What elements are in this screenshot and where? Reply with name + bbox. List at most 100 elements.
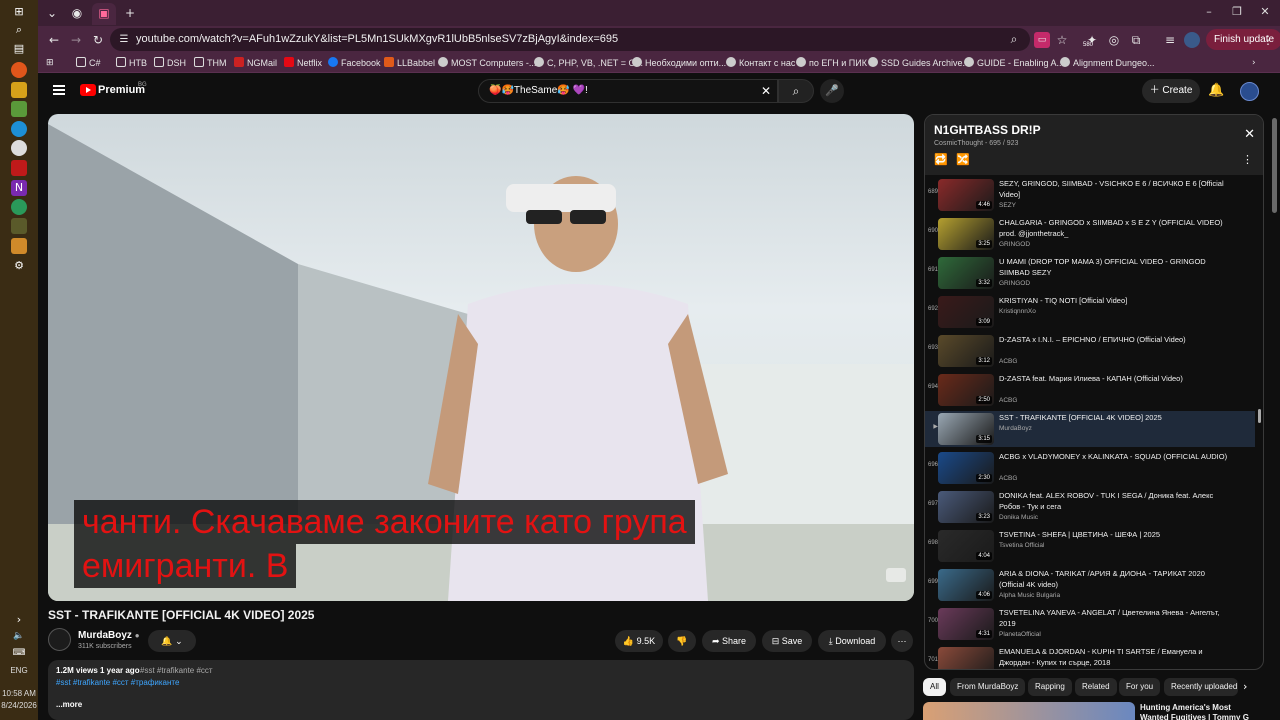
youtube-logo-icon[interactable] (80, 84, 96, 96)
chips-next-icon[interactable]: › (1243, 680, 1247, 693)
bookmark-item[interactable]: Alignment Dungeo... (1060, 56, 1155, 70)
playlist-item-title[interactable]: KRISTIYAN - TIQ NOTI [Official Video] (999, 295, 1231, 306)
firefox-icon[interactable] (11, 62, 27, 78)
playlist-item[interactable]: 689 4:46 SEZY, GRINGOD, SIIMBAD - VSICHKO … (925, 177, 1255, 213)
bookmark-item[interactable]: Контакт с нас (726, 56, 795, 70)
playlist-item-thumbnail[interactable]: 3:15 (938, 413, 994, 445)
forward-icon[interactable]: → (68, 32, 84, 48)
playlist-item-thumbnail[interactable]: 3:25 (938, 218, 994, 250)
bookmark-item[interactable]: GUIDE - Enabling A... (964, 56, 1064, 70)
playlist-item[interactable]: 700 4:31 TSVETELINA YANEVA - ANGELAT / Цве… (925, 606, 1255, 642)
edge-icon[interactable] (11, 121, 27, 137)
bookmark-star-icon[interactable]: ☆ (1054, 32, 1070, 48)
file-explorer-icon[interactable] (11, 82, 27, 98)
playlist-item-title[interactable]: CHALGARIA - GRINGOD x SIIMBAD x S E Z Y … (999, 217, 1231, 239)
bookmark-item[interactable]: Facebook (328, 56, 381, 70)
playlist-title[interactable]: N1GHTBASS DR!P (934, 123, 1041, 137)
dislike-button[interactable]: 👎 (668, 630, 696, 652)
playlist-item-thumbnail[interactable]: 3:09 (938, 296, 994, 328)
recommended-thumbnail[interactable] (923, 702, 1135, 720)
account-avatar[interactable] (1240, 82, 1259, 101)
chip-related[interactable]: Related (1075, 678, 1117, 696)
address-bar[interactable]: ☰ youtube.com/watch?v=AFuh1wZzukY&list=P… (110, 28, 1030, 51)
create-button[interactable]: ＋ Create (1142, 79, 1200, 103)
close-window-icon[interactable]: ✕ (1258, 5, 1272, 19)
close-playlist-icon[interactable]: ✕ (1244, 127, 1255, 142)
playlist-item[interactable]: 699 4:06 ARIA & DIONA - TARIKAT /АРИЯ & ДИ… (925, 567, 1255, 603)
opera-icon[interactable] (11, 160, 27, 176)
playlist-item-title[interactable]: TSVETINA - SHEFA | ЦВЕТИНА - ШЕФА | 2025 (999, 529, 1231, 540)
bookmark-item[interactable]: Netflix (284, 56, 322, 70)
chip-all[interactable]: All (923, 678, 946, 696)
clear-search-icon[interactable]: ✕ (761, 84, 771, 98)
show-more-link[interactable]: ...more (56, 700, 82, 709)
playlist-item[interactable]: 690 3:25 CHALGARIA - GRINGOD x SIIMBAD x S… (925, 216, 1255, 252)
profile-avatar-icon[interactable] (1184, 32, 1200, 48)
playlist-item-title[interactable]: U MAMI (DROP TOP MAMA 3) OFFICIAL VIDEO … (999, 256, 1231, 278)
site-info-icon[interactable]: ☰ (116, 32, 132, 48)
zoom-icon[interactable]: ⌕ (1006, 31, 1022, 47)
keyboard-icon[interactable]: ⌨ (11, 645, 27, 661)
playlist-item[interactable]: ▶ 3:15 SST - TRAFIKANTE [OFFICIAL 4K VIDEO… (925, 411, 1255, 447)
video-player[interactable]: чанти. Скачаваме законите като група еми… (48, 114, 914, 601)
playlist-item-title[interactable]: D-ZASTA feat. Мария Илиева - КАПАН (Offi… (999, 373, 1231, 384)
settings-icon[interactable]: ⚙ (11, 258, 27, 274)
apps-icon[interactable]: ⊞ (46, 56, 54, 70)
page-scrollbar[interactable] (1272, 118, 1277, 213)
search-icon[interactable]: ⌕ (11, 22, 27, 38)
clock-time[interactable]: 10:58 AM (0, 689, 38, 699)
playlist-item-title[interactable]: SEZY, GRINGOD, SIIMBAD - VSICHKO E 6 / В… (999, 178, 1231, 200)
bookmark-item[interactable]: DSH (154, 56, 186, 70)
channel-avatar[interactable] (48, 628, 71, 651)
back-icon[interactable]: ← (46, 32, 62, 48)
description-box[interactable]: 1.2M views 1 year ago #sst #trafikante #… (48, 660, 914, 720)
tab-pinned[interactable]: ◉ (66, 3, 88, 25)
bookmark-item[interactable]: C, PHP, VB, .NET = O... (534, 56, 643, 70)
maximize-icon[interactable]: ❐ (1230, 5, 1244, 19)
app-icon[interactable] (11, 101, 27, 117)
playlist-item-title[interactable]: ARIA & DIONA - TARIKAT /АРИЯ & ДИОНА - Т… (999, 568, 1231, 590)
recommended-title[interactable]: Hunting America's Most Wanted Fugitives … (1140, 703, 1260, 720)
menu-kebab-icon[interactable]: ⋮ (1260, 32, 1276, 48)
bookmark-item[interactable]: HTB (116, 56, 147, 70)
bookmark-item[interactable]: по ЕГН и ПИК (796, 56, 867, 70)
windows-start-icon[interactable]: ⊞ (11, 4, 27, 20)
playlist-item-title[interactable]: D-ZASTA x I.N.I. – EPICHNO / ЕПИЧНО (Off… (999, 334, 1231, 345)
new-tab-icon[interactable]: + (122, 5, 138, 21)
clock-date[interactable]: 8/24/2026 (0, 701, 38, 711)
hamburger-menu-icon[interactable] (53, 85, 65, 95)
search-button[interactable]: ⌕ (778, 79, 814, 103)
shuffle-icon[interactable]: 🔀 (956, 153, 970, 166)
chrome-active-icon[interactable] (11, 238, 27, 254)
bookmarks-overflow-icon[interactable]: › (1252, 56, 1256, 70)
playlist-item-title[interactable]: EMANUELA & DJORDAN - KUPIH TI SARTSE / Е… (999, 646, 1231, 668)
language-indicator[interactable]: ENG (0, 666, 38, 676)
playlist-item[interactable]: 694 2:50 D-ZASTA feat. Мария Илиева - КАПА… (925, 372, 1255, 408)
playlist-item-thumbnail[interactable]: 4:31 (938, 608, 994, 640)
chip-recently-uploaded[interactable]: Recently uploaded (1164, 678, 1238, 696)
bookmark-item[interactable]: LLBabbel (384, 56, 435, 70)
playlist-item-thumbnail[interactable]: 2:50 (938, 374, 994, 406)
playlist-item[interactable]: 696 2:30 ACBG x VLADYMONEY x KALINKATA - S… (925, 450, 1255, 486)
search-input[interactable]: 🍑🥵TheSame🥵 💜! ✕ (478, 79, 778, 103)
app-icon-3[interactable] (11, 218, 27, 234)
channel-name[interactable]: MurdaBoyz ● (78, 630, 140, 641)
bookmark-item[interactable]: NGMail (234, 56, 277, 70)
notification-subscribe-button[interactable]: 🔔 ⌄ (148, 630, 196, 652)
playlist-item[interactable]: 692 3:09 KRISTIYAN - TIQ NOTI [Official Vi… (925, 294, 1255, 330)
chevron-right-icon[interactable]: › (11, 612, 27, 628)
app-icon-2[interactable] (11, 199, 27, 215)
miniplayer-icon[interactable] (886, 568, 906, 582)
share-button[interactable]: ➦ Share (702, 630, 756, 652)
playlist-item[interactable]: 698 4:04 TSVETINA - SHEFA | ЦВЕТИНА - ШЕФА… (925, 528, 1255, 564)
tab-search-icon[interactable]: ⌄ (44, 5, 60, 21)
extensions-puzzle-icon[interactable]: ⧉ (1128, 32, 1144, 48)
playlist-item-thumbnail[interactable]: 4:46 (938, 179, 994, 211)
chrome-icon[interactable] (11, 140, 27, 156)
bookmark-item[interactable]: THM (194, 56, 227, 70)
reading-list-icon[interactable]: ≡ (1162, 32, 1178, 48)
playlist-item-thumbnail[interactable]: 3:32 (938, 257, 994, 289)
like-button[interactable]: 👍 9.5K (615, 630, 663, 652)
bookmark-item[interactable]: MOST Computers -... (438, 56, 536, 70)
more-actions-button[interactable]: ⋯ (891, 630, 913, 652)
